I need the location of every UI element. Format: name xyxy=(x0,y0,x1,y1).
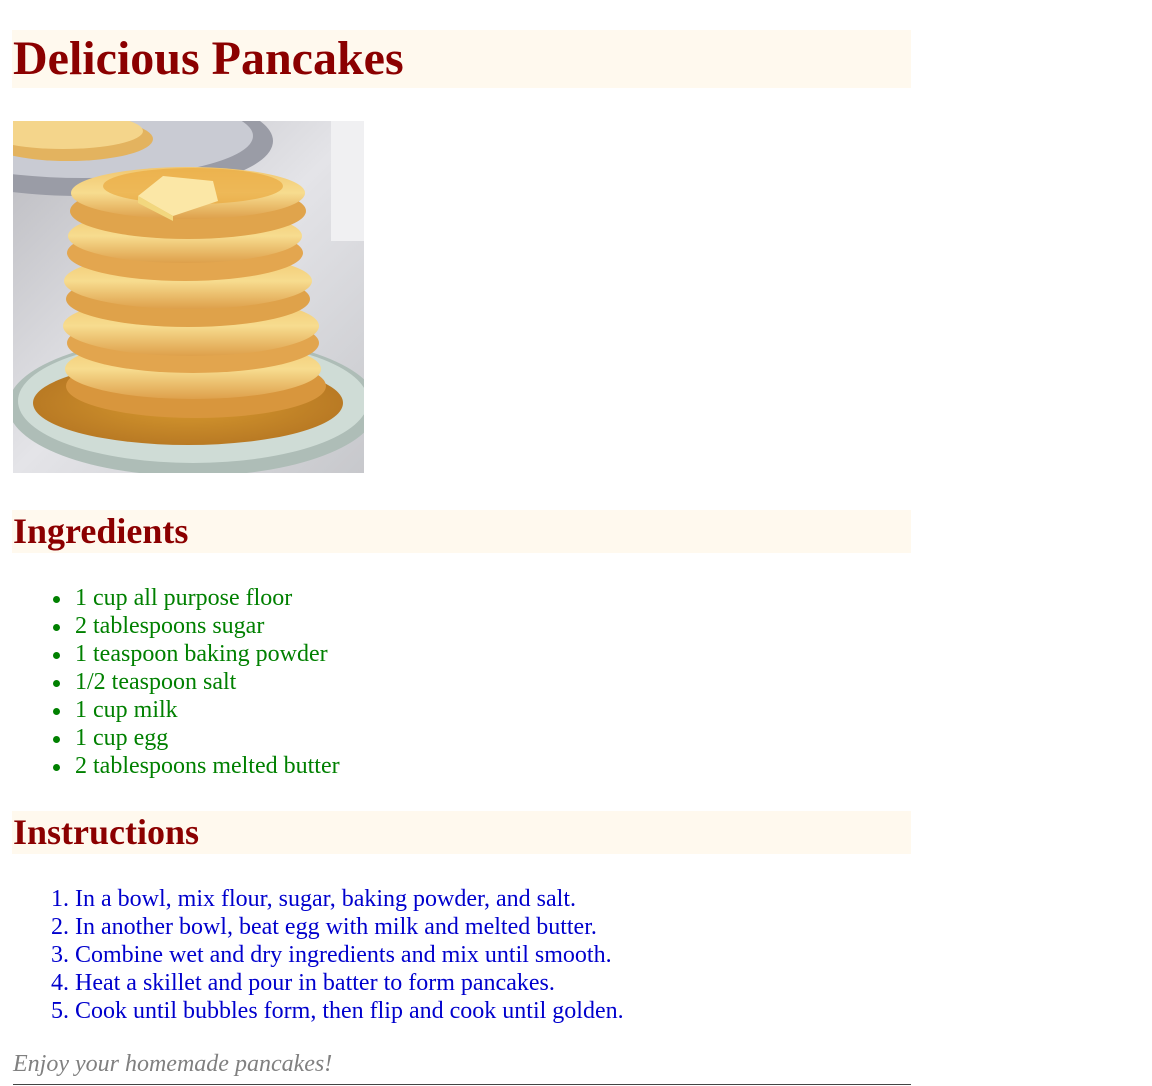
step-text: Cook until bubbles form, then flip and c… xyxy=(75,998,624,1024)
bullet-icon xyxy=(53,708,60,715)
bullet-icon xyxy=(53,680,60,687)
list-item: 2 tablespoons sugar xyxy=(12,612,340,640)
ingredient-text: 1 cup milk xyxy=(75,697,178,723)
instructions-heading: Instructions xyxy=(12,811,911,854)
list-item: 4. Heat a skillet and pour in batter to f… xyxy=(12,969,624,997)
list-item: 1 teaspoon baking powder xyxy=(12,640,340,668)
step-text: In another bowl, beat egg with milk and … xyxy=(75,914,597,940)
step-text: Heat a skillet and pour in batter to for… xyxy=(75,970,555,996)
ingredient-text: 1 cup egg xyxy=(75,725,169,751)
ingredient-text: 1 cup all purpose floor xyxy=(75,585,293,611)
list-item: 2 tablespoons melted butter xyxy=(12,752,340,780)
step-number: 5. xyxy=(51,998,69,1024)
bullet-icon xyxy=(53,764,60,771)
step-number: 1. xyxy=(51,886,69,912)
list-item: 2. In another bowl, beat egg with milk an… xyxy=(12,913,624,941)
footer-note: Enjoy your homemade pancakes! xyxy=(13,1049,911,1085)
ingredient-text: 1 teaspoon baking powder xyxy=(75,641,328,667)
list-item: 1 cup all purpose floor xyxy=(12,584,340,612)
list-item: 3. Combine wet and dry ingredients and mi… xyxy=(12,941,624,969)
list-item: 1 cup milk xyxy=(12,696,340,724)
step-text: Combine wet and dry ingredients and mix … xyxy=(75,942,612,968)
bullet-icon xyxy=(53,596,60,603)
step-text: In a bowl, mix flour, sugar, baking powd… xyxy=(75,886,577,912)
ingredient-text: 1/2 teaspoon salt xyxy=(75,669,237,695)
ingredient-text: 2 tablespoons melted butter xyxy=(75,753,340,779)
pancake-image xyxy=(13,121,364,473)
ingredients-list: 1 cup all purpose floor 2 tablespoons su… xyxy=(12,584,340,780)
list-item: 1. In a bowl, mix flour, sugar, baking po… xyxy=(12,885,624,913)
ingredients-heading: Ingredients xyxy=(12,510,911,553)
instructions-list: 1. In a bowl, mix flour, sugar, baking po… xyxy=(12,885,624,1025)
ingredient-text: 2 tablespoons sugar xyxy=(75,613,265,639)
bullet-icon xyxy=(53,652,60,659)
bullet-icon xyxy=(53,736,60,743)
list-item: 1 cup egg xyxy=(12,724,340,752)
step-number: 4. xyxy=(51,970,69,996)
step-number: 2. xyxy=(51,914,69,940)
list-item: 1/2 teaspoon salt xyxy=(12,668,340,696)
list-item: 5. Cook until bubbles form, then flip and… xyxy=(12,997,624,1025)
step-number: 3. xyxy=(51,942,69,968)
bullet-icon xyxy=(53,624,60,631)
page-title: Delicious Pancakes xyxy=(12,30,911,88)
